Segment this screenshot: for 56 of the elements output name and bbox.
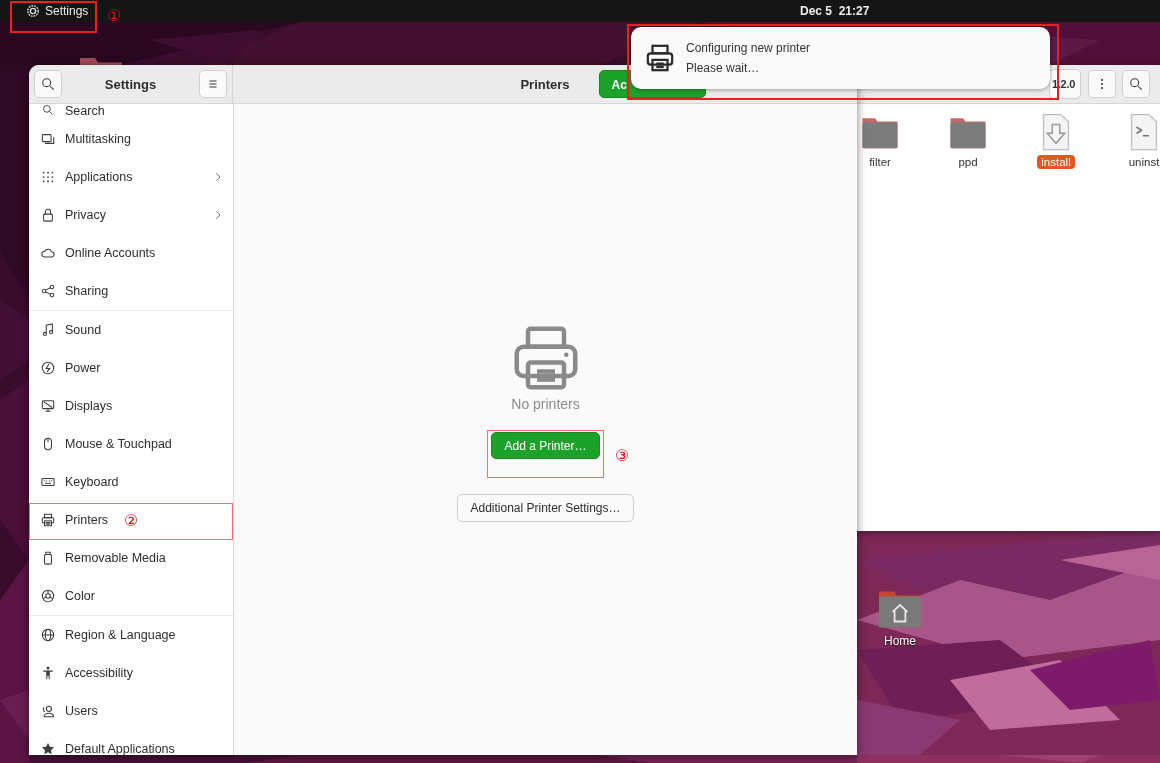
sidebar-item[interactable]: Color (29, 577, 101, 615)
gear-icon (26, 4, 40, 18)
sidebar-item[interactable]: Keyboard (29, 463, 125, 501)
sidebar-item[interactable]: Online Accounts (29, 234, 162, 272)
step-number: ② (124, 511, 139, 531)
keyboard-icon (41, 475, 55, 489)
app-menu[interactable]: Settings (26, 3, 89, 19)
window-title: Settings (104, 76, 157, 92)
menu-button[interactable] (199, 70, 227, 98)
color-wheel-icon (41, 589, 55, 603)
sidebar-item[interactable]: Sharing (29, 272, 115, 310)
windows-icon (41, 132, 55, 146)
globe-icon (41, 628, 55, 642)
sidebar-item[interactable]: Sound (29, 311, 108, 349)
clock[interactable]: Dec 5 21:27 (800, 4, 870, 18)
sidebar-item[interactable]: Region & Language (29, 616, 182, 654)
step-number: ③ (615, 446, 630, 466)
sidebar-item[interactable]: Default Applications (29, 730, 181, 755)
users-icon (41, 704, 55, 718)
usb-drive-icon (41, 551, 55, 565)
sidebar-item[interactable]: Users (29, 692, 104, 730)
empty-state-text: No printers (511, 396, 580, 412)
search-icon (1129, 77, 1143, 91)
share-icon (41, 284, 55, 298)
search-button[interactable] (1122, 70, 1150, 98)
sidebar-item[interactable]: Applications (29, 158, 233, 196)
search-button[interactable] (34, 70, 62, 98)
file-name: install (1037, 155, 1075, 169)
cloud-icon (41, 246, 55, 260)
file-name: uninst (1127, 155, 1160, 169)
page-title: Printers (520, 76, 570, 92)
printer-settings-button[interactable]: Additional Printer Settings… (457, 494, 634, 522)
sidebar-item[interactable]: Removable Media (29, 539, 172, 577)
star-icon (41, 742, 55, 755)
display-icon (41, 399, 55, 413)
file-name: ppd (957, 155, 979, 169)
mouse-icon (41, 437, 55, 451)
lock-icon (41, 208, 55, 222)
step-number: ① (107, 6, 122, 26)
notification-body: Please wait… (686, 60, 761, 77)
search-icon (41, 77, 55, 91)
printer-icon (41, 513, 55, 527)
sidebar-item[interactable]: Power (29, 349, 107, 387)
power-icon (41, 361, 55, 375)
grid-icon (41, 170, 55, 184)
sidebar-item[interactable]: Printers (29, 501, 115, 539)
sidebar-item[interactable]: Multitasking (29, 120, 137, 158)
person-icon (41, 666, 55, 680)
search-icon (41, 104, 55, 116)
sidebar-item[interactable]: Search (29, 104, 111, 120)
sidebar-item[interactable]: Mouse & Touchpad (29, 425, 178, 463)
music-note-icon (41, 323, 55, 337)
sidebar-item[interactable]: Privacy (29, 196, 233, 234)
sidebar-item[interactable]: Displays (29, 387, 119, 425)
sidebar-item[interactable]: Accessibility (29, 654, 140, 692)
file-name: filter (868, 155, 892, 169)
